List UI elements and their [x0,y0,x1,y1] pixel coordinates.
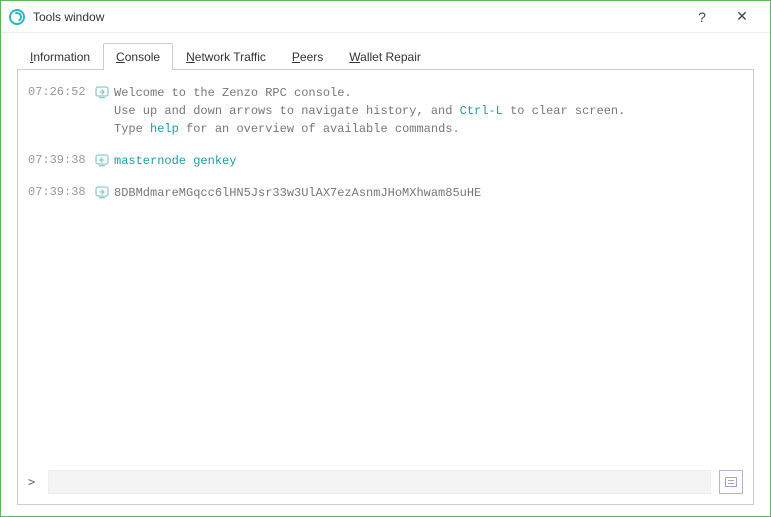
tab-network-traffic[interactable]: Network Traffic [173,43,279,70]
timestamp: 07:26:52 [28,84,90,99]
close-button[interactable]: ✕ [722,1,762,33]
help-button[interactable]: ? [682,1,722,33]
console-row: 07:26:52 Welcome to the Zenzo RPC console… [28,84,743,138]
output-text: Welcome to the Zenzo RPC console.Use up … [114,84,743,138]
tab-label: etwork Traffic [195,50,266,64]
tab-wallet-repair[interactable]: Wallet Repair [336,43,434,70]
console-row: 07:39:38 8DBMdmareMGqcc6lHN5Jsr33w3UlAX7e… [28,184,743,202]
tab-label: eers [300,50,323,64]
command-text: masternode genkey [114,152,743,170]
command-out-icon [90,84,114,100]
prompt-symbol: > [28,475,40,489]
tab-console[interactable]: Console [103,43,173,70]
tab-peers[interactable]: Peers [279,43,336,70]
window-title: Tools window [33,10,682,24]
console-output[interactable]: 07:26:52 Welcome to the Zenzo RPC console… [18,70,753,462]
titlebar: Tools window ? ✕ [1,1,770,33]
console-panel: 07:26:52 Welcome to the Zenzo RPC console… [17,69,754,505]
tab-label: nformation [33,50,90,64]
console-input[interactable] [48,470,711,494]
console-input-bar: > [18,462,753,504]
clear-icon [725,477,737,487]
timestamp: 07:39:38 [28,184,90,199]
tab-information[interactable]: Information [17,43,103,70]
tools-window: Tools window ? ✕ Information Console Net… [0,0,771,517]
timestamp: 07:39:38 [28,152,90,167]
tab-label: allet Repair [360,50,421,64]
tab-bar: Information Console Network Traffic Peer… [1,33,770,70]
app-icon [9,9,25,25]
output-text: 8DBMdmareMGqcc6lHN5Jsr33w3UlAX7ezAsnmJHo… [114,184,743,202]
clear-button[interactable] [719,470,743,494]
command-in-icon [90,152,114,168]
console-row: 07:39:38 masternode genkey [28,152,743,170]
tab-label: onsole [125,50,160,64]
command-out-icon [90,184,114,200]
